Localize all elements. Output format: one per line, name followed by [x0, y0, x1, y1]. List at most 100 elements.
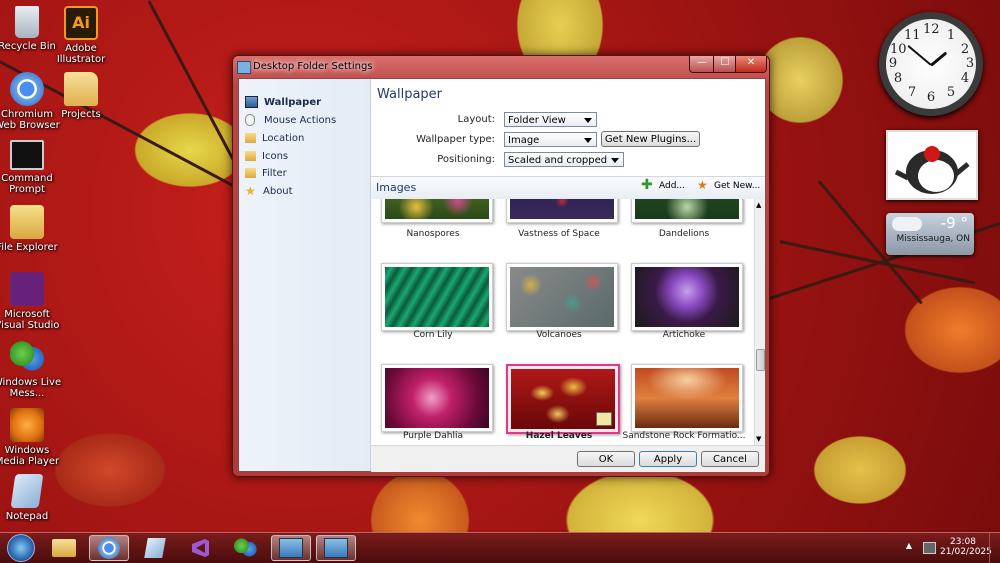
gallery-item[interactable] — [381, 364, 493, 432]
taskbar-live-messenger[interactable] — [225, 535, 265, 561]
desktop-folder-settings-icon — [324, 538, 348, 558]
sidebar-item-wallpaper[interactable]: Wallpaper — [245, 94, 321, 110]
weather-gadget[interactable]: -9 ° Mississauga, ON — [886, 213, 974, 255]
sidebar-item-label: Wallpaper — [264, 96, 322, 108]
start-button[interactable] — [2, 534, 40, 562]
sidebar-item-about[interactable]: ★ About — [245, 183, 293, 199]
clock-number: 6 — [926, 90, 936, 105]
gallery-item[interactable] — [631, 364, 743, 432]
desktop-icon-file-explorer[interactable]: File Explorer — [0, 205, 62, 253]
desktop-icon-label: Notepad — [5, 511, 49, 522]
wallpaper-type-value: Image — [508, 135, 540, 146]
gallery-caption: Nanospores — [406, 229, 460, 239]
thumbnail-image — [385, 199, 489, 219]
clock-number: 2 — [960, 42, 970, 57]
start-orb-icon — [7, 534, 35, 562]
gallery-item[interactable] — [506, 199, 618, 223]
sidebar-item-filter[interactable]: Filter — [245, 165, 287, 181]
clock-number: 8 — [893, 71, 903, 86]
cloud-icon — [892, 217, 922, 231]
positioning-select[interactable]: Scaled and cropped — [504, 152, 624, 167]
taskbar-chromium[interactable] — [89, 535, 129, 561]
weather-location: Mississauga, ON — [896, 234, 970, 244]
minimize-button[interactable]: — — [689, 56, 715, 73]
sidebar-item-label: Icons — [262, 150, 289, 162]
wallpaper-type-label: Wallpaper type: — [416, 134, 495, 145]
scroll-down-icon[interactable]: ▼ — [756, 435, 761, 443]
gallery-item[interactable] — [381, 263, 493, 331]
sidebar-item-location[interactable]: Location — [245, 130, 304, 146]
wallpaper-type-select[interactable]: Image — [504, 132, 597, 147]
clock-face: 12 1 2 3 4 5 6 7 8 9 10 11 — [886, 19, 976, 109]
maximize-button[interactable]: ☐ — [713, 56, 737, 73]
add-image-button[interactable]: ✚ Add... — [641, 178, 685, 192]
java-mascot-icon — [894, 146, 970, 194]
notepad-icon — [10, 474, 44, 508]
get-new-plugins-button[interactable]: Get New Plugins... — [601, 131, 700, 147]
thumbnail-image — [635, 199, 739, 219]
desktop-icon-label: Windows Live Mess... — [0, 377, 62, 399]
desktop-icon-notepad[interactable]: Notepad — [0, 474, 62, 522]
gallery-item[interactable] — [631, 263, 743, 331]
gallery-scrollbar[interactable]: ▲ ▼ — [754, 199, 765, 445]
sidebar-item-mouse-actions[interactable]: Mouse Actions — [245, 112, 336, 128]
mouse-icon — [245, 114, 255, 126]
tray-time: 23:08 — [950, 537, 976, 547]
sidebar-item-label: About — [263, 185, 293, 197]
taskbar-file-explorer[interactable] — [44, 535, 84, 561]
folder-icon — [245, 133, 256, 143]
close-button[interactable]: ✕ — [735, 56, 767, 73]
taskbar-notepad[interactable] — [135, 535, 175, 561]
folder-icon — [245, 168, 256, 178]
chevron-down-icon — [584, 138, 592, 143]
command-prompt-icon — [10, 140, 44, 170]
gallery-item[interactable] — [631, 199, 743, 223]
desktop-icon-command-prompt[interactable]: Command Prompt — [0, 140, 62, 195]
gallery-caption: Volcanoes — [536, 330, 582, 340]
desktop-icon-label: File Explorer — [0, 242, 58, 253]
layout-select-value: Folder View — [508, 115, 566, 126]
show-desktop-button[interactable] — [989, 533, 1000, 563]
taskbar-desktop-folder-settings-2[interactable] — [316, 535, 356, 561]
thumbnail-image — [635, 267, 739, 327]
apply-button[interactable]: Apply — [639, 451, 697, 467]
network-icon[interactable] — [923, 542, 936, 554]
show-hidden-icons-button[interactable]: ▲ — [906, 541, 912, 550]
media-player-icon — [10, 408, 44, 442]
chromium-icon — [10, 72, 44, 106]
taskbar-desktop-folder-settings[interactable] — [271, 535, 311, 561]
gallery-item-selected[interactable] — [506, 364, 620, 434]
gallery-item[interactable] — [506, 263, 618, 331]
layout-select[interactable]: Folder View — [504, 112, 597, 127]
desktop-icon-visual-studio[interactable]: Microsoft Visual Studio — [0, 272, 62, 331]
desktop-icon-media-player[interactable]: Windows Media Player — [0, 408, 62, 467]
gallery-caption: Dandelions — [658, 229, 710, 239]
desktop-icon-illustrator[interactable]: Ai Adobe Illustrator — [46, 6, 116, 65]
tray-clock[interactable]: 23:08 21/02/2025 — [940, 537, 992, 557]
thumbnail-image — [511, 369, 615, 429]
desktop-icon-live-messenger[interactable]: Windows Live Mess... — [0, 340, 62, 399]
cancel-button[interactable]: Cancel — [701, 451, 759, 467]
clock-number: 9 — [888, 56, 898, 71]
gallery-item[interactable] — [381, 199, 493, 223]
scroll-thumb[interactable] — [756, 349, 765, 371]
sidebar-item-icons[interactable]: Icons — [245, 148, 288, 164]
sidebar-item-label: Filter — [262, 167, 287, 179]
get-new-images-button[interactable]: ★ Get New... — [697, 179, 761, 191]
clock-number: 11 — [904, 28, 921, 43]
thumbnail-image — [510, 199, 614, 219]
desktop-icon-projects[interactable]: Projects — [46, 72, 116, 120]
ok-button[interactable]: OK — [577, 451, 635, 467]
clock-number: 3 — [965, 56, 975, 71]
clock-gadget[interactable]: 12 1 2 3 4 5 6 7 8 9 10 11 — [879, 12, 983, 116]
chevron-down-icon — [584, 118, 592, 123]
scroll-up-icon[interactable]: ▲ — [756, 201, 761, 209]
get-new-label: Get New... — [714, 180, 761, 191]
positioning-label: Positioning: — [437, 154, 495, 165]
thumbnail-image — [385, 368, 489, 428]
java-mascot-gadget[interactable] — [886, 130, 978, 200]
clock-number: 7 — [907, 85, 917, 100]
images-toolbar: Images ✚ Add... ★ Get New... — [371, 176, 765, 200]
taskbar-visual-studio[interactable] — [180, 535, 220, 561]
settings-sidebar: Wallpaper Mouse Actions Location Icons F… — [239, 79, 371, 471]
